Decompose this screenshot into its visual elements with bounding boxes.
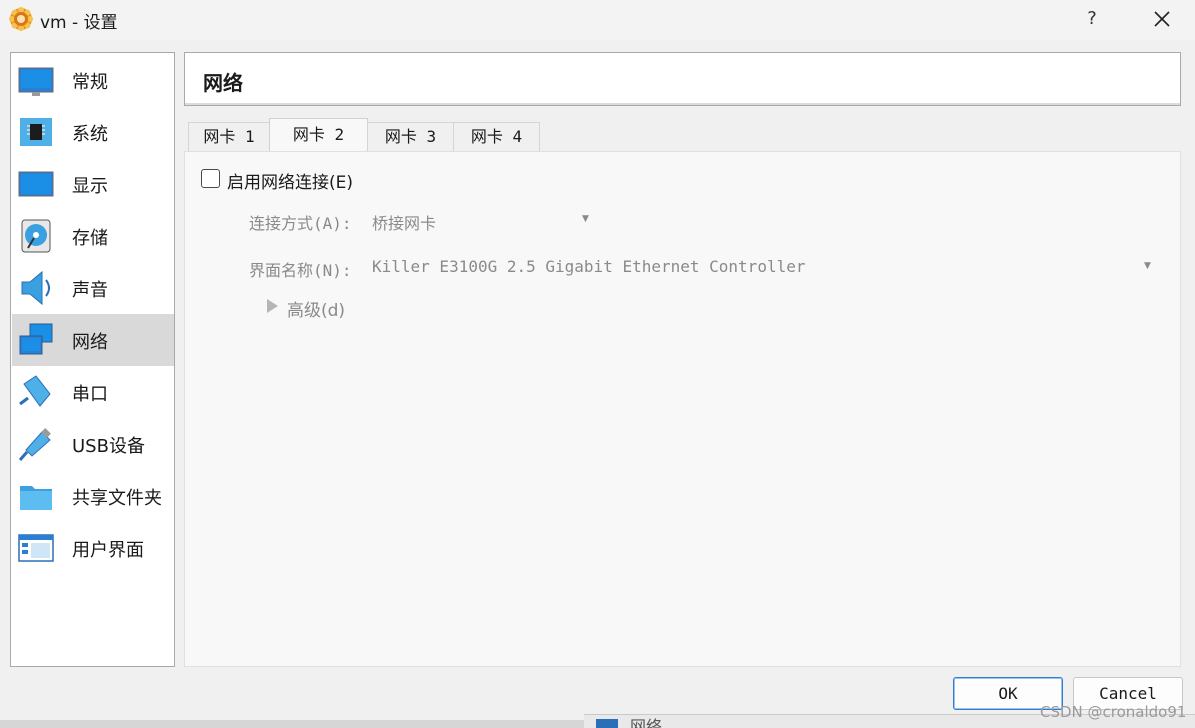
advanced-label: 高级(d) xyxy=(287,301,346,321)
display-monitor-icon xyxy=(18,171,54,197)
sidebar-item-label: 串口 xyxy=(72,384,108,405)
adapter-panel: 启用网络连接(E) 连接方式(A): 桥接网卡 ▼ 界面名称(N): Kille… xyxy=(184,151,1181,667)
settings-sidebar: 常规 系统 显示 存储 声音 网络 串口 USB设备 共享文件夹 用户界面 xyxy=(10,52,175,667)
storage-disk-icon xyxy=(21,219,51,253)
adapter-name-select[interactable]: Killer E3100G 2.5 Gigabit Ethernet Contr… xyxy=(372,257,805,276)
chevron-down-icon: ▼ xyxy=(1144,261,1151,271)
attached-to-label: 连接方式(A): xyxy=(249,214,352,233)
page-header: 网络 xyxy=(184,52,1181,106)
sidebar-item-storage[interactable]: 存储 xyxy=(12,210,174,262)
network-icon xyxy=(596,719,618,728)
sidebar-item-label: 用户界面 xyxy=(72,540,144,561)
close-button[interactable] xyxy=(1140,4,1184,34)
tab-adapter-2[interactable]: 网卡 2 xyxy=(269,118,368,152)
virtualbox-gear-icon xyxy=(9,7,33,31)
sidebar-item-display[interactable]: 显示 xyxy=(12,158,174,210)
network-icon xyxy=(19,323,53,355)
sidebar-item-audio[interactable]: 声音 xyxy=(12,262,174,314)
chevron-down-icon: ▼ xyxy=(582,214,589,224)
title-bar: vm - 设置 ? xyxy=(0,0,1195,40)
tab-adapter-1[interactable]: 网卡 1 xyxy=(188,122,270,152)
sidebar-item-label: 显示 xyxy=(72,176,108,197)
general-monitor-icon xyxy=(18,67,54,96)
tab-adapter-3[interactable]: 网卡 3 xyxy=(367,122,454,152)
adapter-name-label: 界面名称(N): xyxy=(249,261,352,280)
page-title: 网络 xyxy=(203,71,243,95)
sidebar-item-system[interactable]: 系统 xyxy=(12,106,174,158)
audio-speaker-icon xyxy=(21,270,50,306)
usb-icon xyxy=(18,428,51,461)
sidebar-item-shared-folders[interactable]: 共享文件夹 xyxy=(12,470,174,522)
user-interface-icon xyxy=(18,534,54,562)
sidebar-item-user-interface[interactable]: 用户界面 xyxy=(12,522,174,574)
serial-port-icon xyxy=(19,375,51,407)
watermark: CSDN @cronaldo91 xyxy=(1040,703,1187,721)
sidebar-item-label: 常规 xyxy=(72,72,108,93)
sidebar-item-label: USB设备 xyxy=(72,436,145,457)
sidebar-item-label: 存储 xyxy=(72,228,108,249)
enable-adapter-label[interactable]: 启用网络连接(E) xyxy=(227,168,353,193)
shared-folder-icon xyxy=(20,486,52,510)
sidebar-item-label: 网络 xyxy=(72,332,108,353)
tab-adapter-4[interactable]: 网卡 4 xyxy=(453,122,540,152)
enable-adapter-checkbox[interactable] xyxy=(201,169,220,188)
sidebar-item-label: 声音 xyxy=(72,280,108,301)
help-button[interactable]: ? xyxy=(1072,4,1112,34)
attached-to-select[interactable]: 桥接网卡 xyxy=(372,210,436,234)
sidebar-item-network[interactable]: 网络 xyxy=(12,314,174,366)
sidebar-item-label: 共享文件夹 xyxy=(72,488,162,509)
expand-triangle-icon xyxy=(267,299,278,313)
sidebar-item-general[interactable]: 常规 xyxy=(12,54,174,106)
system-chip-icon xyxy=(20,118,52,146)
window-title: vm - 设置 xyxy=(40,13,118,33)
background-fragment-text: 网络 xyxy=(630,717,663,728)
sidebar-item-serial[interactable]: 串口 xyxy=(12,366,174,418)
close-icon xyxy=(1154,11,1170,27)
sidebar-item-label: 系统 xyxy=(72,124,108,145)
sidebar-item-usb[interactable]: USB设备 xyxy=(12,418,174,470)
